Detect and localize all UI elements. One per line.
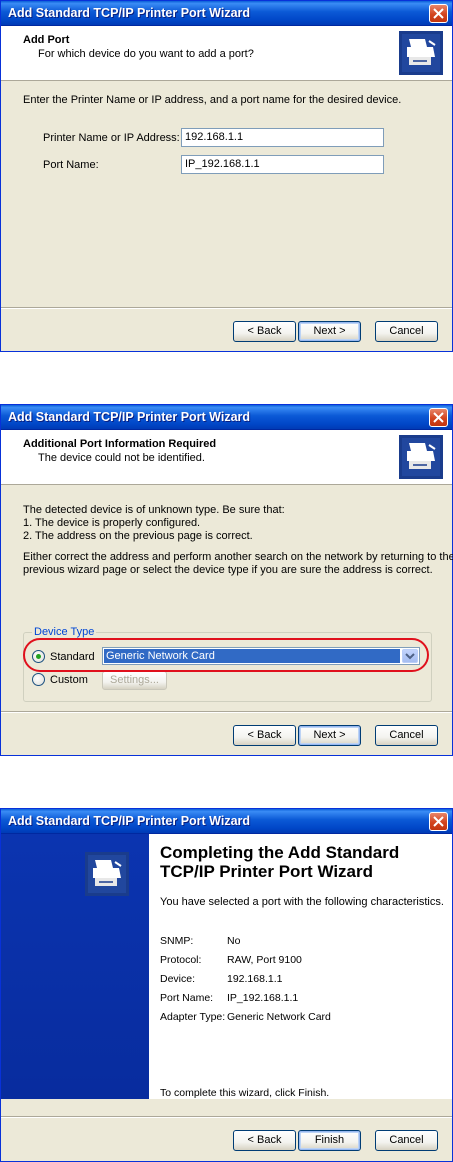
info-line-1: The detected device is of unknown type. … <box>23 504 285 516</box>
back-button[interactable]: < Back <box>233 725 296 746</box>
header-title: Additional Port Information Required <box>23 438 217 450</box>
wizard-header: Additional Port Information Required The… <box>1 430 452 485</box>
close-icon <box>433 412 444 423</box>
window-title: Add Standard TCP/IP Printer Port Wizard <box>8 814 251 828</box>
title-bar[interactable]: Add Standard TCP/IP Printer Port Wizard <box>1 809 452 834</box>
close-button[interactable] <box>429 4 448 23</box>
close-icon <box>433 8 444 19</box>
completion-content: Completing the Add Standard TCP/IP Print… <box>149 834 452 1099</box>
window-title: Add Standard TCP/IP Printer Port Wizard <box>8 6 251 20</box>
info-line-3: 2. The address on the previous page is c… <box>23 530 253 542</box>
close-button[interactable] <box>429 812 448 831</box>
port-name-input[interactable]: IP_192.168.1.1 <box>181 155 384 174</box>
printer-port-icon <box>399 31 443 75</box>
next-button[interactable]: Next > <box>298 321 361 342</box>
wizard-window-completing: Add Standard TCP/IP Printer Port Wizard … <box>0 808 453 1162</box>
completion-title-line-1: Completing the Add Standard <box>160 843 400 862</box>
footer-separator <box>1 711 452 713</box>
wizard-window-add-port: Add Standard TCP/IP Printer Port Wizard … <box>0 0 453 352</box>
summary-value-port-name: IP_192.168.1.1 <box>227 992 299 1004</box>
completion-title: Completing the Add Standard TCP/IP Print… <box>160 843 399 881</box>
instruction-text: Enter the Printer Name or IP address, an… <box>23 94 402 106</box>
wizard-side-panel <box>1 834 149 1099</box>
finish-button[interactable]: Finish <box>298 1130 361 1151</box>
summary-value-device: 192.168.1.1 <box>227 973 283 985</box>
window-title: Add Standard TCP/IP Printer Port Wizard <box>8 410 251 424</box>
summary-value-snmp: No <box>227 935 241 947</box>
header-subtitle: The device could not be identified. <box>38 452 205 464</box>
summary-key-port-name: Port Name: <box>160 992 214 1004</box>
header-title: Add Port <box>23 34 70 46</box>
info-line-5: previous wizard page or select the devic… <box>23 564 433 576</box>
completion-intro: You have selected a port with the follow… <box>160 896 444 908</box>
highlight-annotation <box>23 638 429 672</box>
settings-button[interactable]: Settings... <box>102 671 167 690</box>
summary-key-snmp: SNMP: <box>160 935 194 947</box>
custom-radio[interactable] <box>32 673 45 686</box>
wizard-header: Add Port For which device do you want to… <box>1 26 452 81</box>
summary-key-device: Device: <box>160 973 196 985</box>
summary-value-protocol: RAW, Port 9100 <box>227 954 302 966</box>
info-line-2: 1. The device is properly configured. <box>23 517 201 529</box>
summary-key-protocol: Protocol: <box>160 954 202 966</box>
printer-port-icon <box>85 852 129 896</box>
cancel-button[interactable]: Cancel <box>375 321 438 342</box>
custom-radio-label[interactable]: Custom <box>50 674 88 686</box>
printer-name-label: Printer Name or IP Address: <box>43 132 180 144</box>
finish-instruction: To complete this wizard, click Finish. <box>160 1087 330 1099</box>
title-bar[interactable]: Add Standard TCP/IP Printer Port Wizard <box>1 1 452 26</box>
printer-name-input[interactable]: 192.168.1.1 <box>181 128 384 147</box>
completion-title-line-2: TCP/IP Printer Port Wizard <box>160 862 374 881</box>
close-button[interactable] <box>429 408 448 427</box>
footer-separator <box>1 307 452 309</box>
device-type-legend: Device Type <box>32 626 97 638</box>
cancel-button[interactable]: Cancel <box>375 725 438 746</box>
header-subtitle: For which device do you want to add a po… <box>38 48 254 60</box>
info-line-4: Either correct the address and perform a… <box>23 551 453 563</box>
footer-separator <box>1 1116 452 1118</box>
close-icon <box>433 816 444 827</box>
next-button[interactable]: Next > <box>298 725 361 746</box>
back-button[interactable]: < Back <box>233 1130 296 1151</box>
port-name-label: Port Name: <box>43 159 99 171</box>
wizard-window-additional-info: Add Standard TCP/IP Printer Port Wizard … <box>0 404 453 756</box>
summary-key-adapter-type: Adapter Type: <box>160 1011 226 1023</box>
cancel-button[interactable]: Cancel <box>375 1130 438 1151</box>
summary-value-adapter-type: Generic Network Card <box>227 1011 331 1023</box>
printer-port-icon <box>399 435 443 479</box>
back-button[interactable]: < Back <box>233 321 296 342</box>
title-bar[interactable]: Add Standard TCP/IP Printer Port Wizard <box>1 405 452 430</box>
